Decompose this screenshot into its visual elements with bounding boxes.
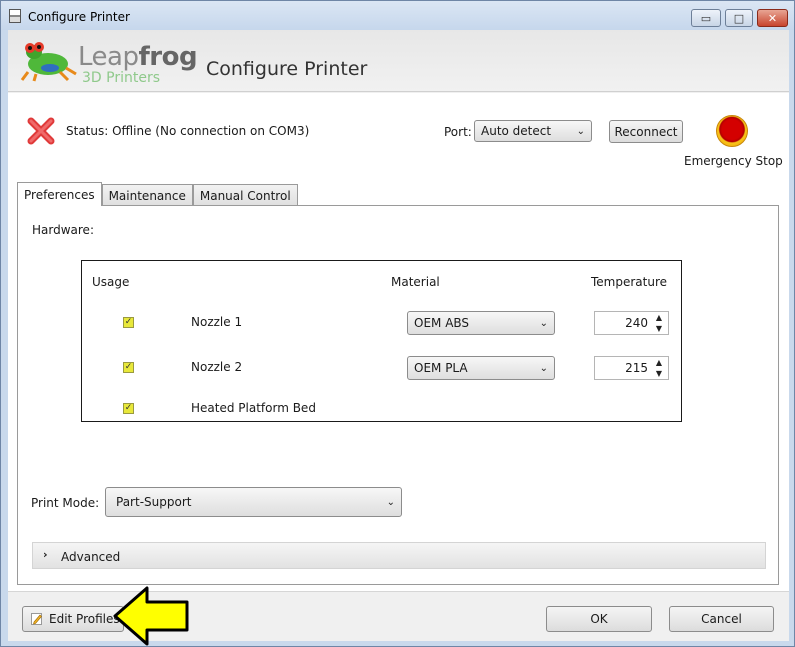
print-mode-label: Print Mode: [31, 496, 100, 510]
chevron-down-icon: ⌄ [576, 125, 585, 137]
edit-profiles-button[interactable]: Edit Profiles [22, 606, 124, 632]
nozzle-2-label: Nozzle 2 [191, 360, 243, 374]
cancel-button[interactable]: Cancel [669, 606, 774, 632]
dialog-header: Leapfrog 3D Printers Configure Printer [8, 30, 789, 92]
close-button[interactable]: ✕ [757, 9, 788, 27]
nozzle-1-temperature-stepper[interactable]: 240 ▲ ▼ [594, 311, 669, 335]
spin-down-icon[interactable]: ▼ [653, 368, 665, 379]
dialog-client-area: Leapfrog 3D Printers Configure Printer S… [8, 30, 789, 641]
emergency-stop-button[interactable] [716, 115, 748, 147]
printer-app-icon [9, 9, 21, 23]
edit-profiles-label: Edit Profiles [49, 612, 120, 626]
emergency-stop-label: Emergency Stop [684, 154, 783, 168]
preferences-panel: Hardware: Usage Material Temperature ✓ N… [17, 205, 779, 585]
spin-down-icon[interactable]: ▼ [653, 323, 665, 334]
heated-bed-label: Heated Platform Bed [191, 401, 316, 415]
nozzle-2-temperature-stepper[interactable]: 215 ▲ ▼ [594, 356, 669, 380]
frog-logo-icon [20, 42, 77, 82]
tab-strip: Preferences Maintenance Manual Control [17, 182, 298, 206]
print-mode-select[interactable]: Part-Support ⌄ [105, 487, 402, 517]
material-header: Material [391, 275, 440, 289]
pencil-icon [31, 613, 42, 625]
advanced-expander[interactable]: › Advanced [32, 542, 766, 569]
dialog-content: Status: Offline (No connection on COM3) … [8, 93, 789, 591]
logo-brand-bold: frog [138, 42, 198, 72]
usage-header: Usage [92, 275, 130, 289]
chevron-down-icon: ⌄ [386, 496, 395, 508]
reconnect-button[interactable]: Reconnect [609, 120, 683, 143]
advanced-label: Advanced [61, 550, 121, 564]
ok-button[interactable]: OK [546, 606, 652, 632]
annotation-arrow-icon [113, 586, 189, 646]
port-select[interactable]: Auto detect ⌄ [474, 120, 592, 142]
nozzle-1-temperature-value: 240 [625, 316, 648, 330]
tab-maintenance[interactable]: Maintenance [101, 184, 193, 206]
nozzle-1-label: Nozzle 1 [191, 315, 243, 329]
nozzle-1-checkbox[interactable]: ✓ [123, 317, 134, 328]
nozzle-1-material-select[interactable]: OEM ABS ⌄ [407, 311, 555, 335]
nozzle-2-checkbox[interactable]: ✓ [123, 362, 134, 373]
minimize-button[interactable]: ▭ [691, 9, 721, 27]
hardware-label: Hardware: [32, 223, 94, 237]
chevron-down-icon: ⌄ [539, 362, 548, 374]
tab-manual-control[interactable]: Manual Control [192, 184, 298, 206]
port-select-value: Auto detect [481, 124, 552, 138]
nozzle-2-temperature-value: 215 [625, 361, 648, 375]
temperature-header: Temperature [591, 275, 668, 289]
status-text: Status: Offline (No connection on COM3) [66, 124, 310, 138]
chevron-right-icon: › [43, 548, 48, 561]
spin-up-icon[interactable]: ▲ [653, 312, 665, 323]
tab-preferences[interactable]: Preferences [17, 182, 102, 206]
nozzle-2-material-select[interactable]: OEM PLA ⌄ [407, 356, 555, 380]
leapfrog-logo: Leapfrog 3D Printers [20, 38, 198, 86]
chevron-down-icon: ⌄ [539, 317, 548, 329]
title-bar[interactable]: Configure Printer ▭ □ ✕ [1, 1, 794, 30]
page-title: Configure Printer [206, 58, 368, 80]
maximize-button[interactable]: □ [725, 9, 753, 27]
configure-printer-window: Configure Printer ▭ □ ✕ Leapfrog 3D Prin… [0, 0, 795, 647]
nozzle-1-material-value: OEM ABS [414, 316, 470, 330]
hardware-table: Usage Material Temperature ✓ Nozzle 1 OE… [81, 260, 682, 422]
nozzle-2-material-value: OEM PLA [414, 361, 468, 375]
spin-up-icon[interactable]: ▲ [653, 357, 665, 368]
logo-brand-light: Leap [78, 42, 139, 72]
print-mode-value: Part-Support [116, 495, 192, 509]
error-x-icon [27, 117, 55, 145]
logo-subtitle: 3D Printers [82, 70, 161, 86]
port-label: Port: [444, 125, 472, 139]
heated-bed-checkbox[interactable]: ✓ [123, 403, 134, 414]
window-title: Configure Printer [28, 10, 130, 24]
